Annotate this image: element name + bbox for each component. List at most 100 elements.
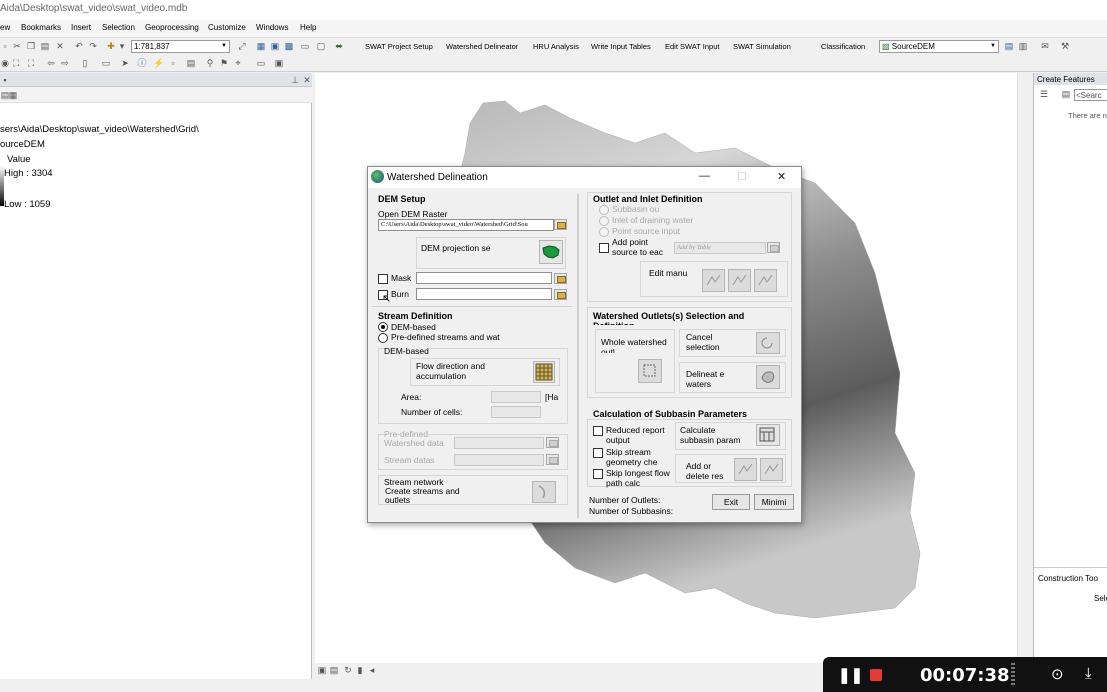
pause-draw-icon[interactable]: ▮ xyxy=(355,665,365,675)
flow-direction-button[interactable] xyxy=(533,361,555,383)
table-icon[interactable]: ▦ xyxy=(256,41,266,51)
editor-icon[interactable]: ⤢ xyxy=(237,41,247,51)
viewer-icon[interactable]: ▣ xyxy=(274,58,284,68)
classification-menu[interactable]: Classification xyxy=(821,42,865,51)
menu-insert[interactable]: Insert xyxy=(71,23,91,32)
menu-view[interactable]: ew xyxy=(0,23,10,32)
dropdown-icon[interactable]: ▾ xyxy=(117,41,127,51)
add-data-icon[interactable]: ✚ xyxy=(106,41,116,51)
select-arrow-icon[interactable]: ➤ xyxy=(120,58,130,68)
menu-bookmarks[interactable]: Bookmarks xyxy=(21,23,61,32)
map-vertical-scrollbar[interactable] xyxy=(1017,73,1030,663)
pin-icon[interactable]: ⊥ xyxy=(290,75,300,85)
skip-longest-checkbox[interactable] xyxy=(593,469,603,479)
mask-field[interactable] xyxy=(416,272,552,284)
browse-mask-button[interactable] xyxy=(554,273,567,284)
cut-icon[interactable]: ✂ xyxy=(12,41,22,51)
copy-icon[interactable]: ❐ xyxy=(26,41,36,51)
toc-layer-path: sers\Aida\Desktop\swat_video\Watershed\G… xyxy=(0,124,199,135)
dem-based-radio[interactable] xyxy=(378,322,388,332)
menu-help[interactable]: Help xyxy=(300,23,316,32)
burn-field[interactable] xyxy=(416,288,552,300)
close-icon[interactable]: ✕ xyxy=(777,170,786,183)
scale-combo[interactable]: 1:781,837 ▼ xyxy=(131,40,230,53)
skip-stream-checkbox[interactable] xyxy=(593,448,603,458)
hru-analysis-menu[interactable]: HRU Analysis xyxy=(533,42,579,51)
clear-icon[interactable]: ▭ xyxy=(101,58,111,68)
full-extent-icon[interactable]: ⛶ xyxy=(11,58,21,68)
menu-geoprocessing[interactable]: Geoprocessing xyxy=(145,23,199,32)
cells-field[interactable] xyxy=(491,406,541,418)
python-icon[interactable]: ▭ xyxy=(300,41,310,51)
area-field[interactable] xyxy=(491,391,541,403)
window-icon[interactable]: ▢ xyxy=(316,41,326,51)
route-icon[interactable]: ⚑ xyxy=(219,58,229,68)
catalog-icon[interactable]: ▣ xyxy=(270,41,280,51)
html-popup-icon[interactable]: ▫ xyxy=(168,58,178,68)
swat-project-setup-menu[interactable]: SWAT Project Setup xyxy=(365,42,433,51)
stream-network-label: Stream network xyxy=(384,477,444,487)
cancel-selection-button[interactable] xyxy=(756,332,780,354)
paste-icon[interactable]: ▤ xyxy=(40,41,50,51)
swat-setup-icon[interactable]: ⬌ xyxy=(334,41,344,51)
envelope-icon[interactable]: ✉ xyxy=(1040,41,1050,51)
refresh-icon[interactable]: ↻ xyxy=(343,665,353,675)
time-slider-icon[interactable]: ▭ xyxy=(256,58,266,68)
edit-swat-input-menu[interactable]: Edit SWAT Input xyxy=(665,42,719,51)
predefined-radio[interactable] xyxy=(378,333,388,343)
symbology-icon[interactable]: ▤ xyxy=(1004,41,1014,51)
collapse-icon[interactable]: ⤓ xyxy=(1085,665,1092,682)
tool-icon[interactable]: ⚒ xyxy=(1060,41,1070,51)
find-icon[interactable]: ⚲ xyxy=(205,58,215,68)
options-icon[interactable]: ▦ xyxy=(8,90,18,100)
add-point-source-checkbox[interactable] xyxy=(599,243,609,253)
search-input[interactable]: <Searc xyxy=(1074,89,1107,101)
menu-customize[interactable]: Customize xyxy=(208,23,246,32)
minimize-icon[interactable]: — xyxy=(699,170,710,182)
undo-icon[interactable]: ↶ xyxy=(74,41,84,51)
menu-selection[interactable]: Selection xyxy=(102,23,135,32)
dem-projection-button[interactable] xyxy=(539,240,563,264)
hyperlink-icon[interactable]: ⚡ xyxy=(153,58,164,68)
create-streams-button[interactable] xyxy=(532,481,556,503)
pause-icon[interactable]: ❚❚ xyxy=(838,666,863,684)
organize-icon[interactable]: ▤ xyxy=(1061,89,1071,99)
pan-icon[interactable]: ◉ xyxy=(0,58,10,68)
write-input-tables-menu[interactable]: Write Input Tables xyxy=(591,42,651,51)
menu-windows[interactable]: Windows xyxy=(256,23,288,32)
data-view-icon[interactable]: ▤ xyxy=(329,665,339,675)
browse-dem-button[interactable] xyxy=(554,219,567,230)
drag-handle[interactable] xyxy=(1011,663,1015,687)
templates-icon[interactable]: ☰ xyxy=(1039,89,1049,99)
delineate-watershed-button[interactable] xyxy=(756,365,780,389)
swat-simulation-menu[interactable]: SWAT Simulation xyxy=(733,42,791,51)
whole-watershed-button[interactable] xyxy=(638,359,662,383)
identify-icon[interactable]: ⓘ xyxy=(137,58,147,68)
browse-burn-button[interactable] xyxy=(554,289,567,300)
back-icon[interactable]: ⇦ xyxy=(46,58,56,68)
minimize-button[interactable]: Minimi xyxy=(754,494,794,510)
new-icon[interactable]: ▫ xyxy=(0,41,10,51)
watershed-delineator-menu[interactable]: Watershed Delineator xyxy=(446,42,518,51)
delete-icon[interactable]: ✕ xyxy=(55,41,65,51)
goto-xy-icon[interactable]: ⌖ xyxy=(233,58,243,68)
redo-icon[interactable]: ↷ xyxy=(88,41,98,51)
measure-icon[interactable]: ▤ xyxy=(186,58,196,68)
layer-combo[interactable]: ▨ SourceDEM ▼ xyxy=(879,40,999,53)
layout-view-icon[interactable]: ▣ xyxy=(317,665,327,675)
dem-path-field[interactable]: C:\Users\Aida\Desktop\swat_video\Watersh… xyxy=(378,219,554,231)
calculate-subbasin-button[interactable] xyxy=(756,424,780,446)
scroll-left-icon[interactable]: ◂ xyxy=(367,665,377,675)
camera-icon[interactable]: ⊙ xyxy=(1051,665,1064,683)
exit-button[interactable]: Exit xyxy=(712,494,750,510)
toc-layer-name[interactable]: ourceDEM xyxy=(0,139,45,150)
fixed-zoom-icon[interactable]: ⛶ xyxy=(26,58,36,68)
bookmark-icon[interactable]: ▯ xyxy=(80,58,90,68)
toolbox-icon[interactable]: ▩ xyxy=(284,41,294,51)
forward-icon[interactable]: ⇨ xyxy=(60,58,70,68)
close-icon[interactable]: ✕ xyxy=(302,75,312,85)
stop-icon[interactable] xyxy=(870,669,882,681)
histogram-icon[interactable]: ▥ xyxy=(1018,41,1028,51)
mask-checkbox[interactable] xyxy=(378,274,388,284)
reduced-report-checkbox[interactable] xyxy=(593,426,603,436)
